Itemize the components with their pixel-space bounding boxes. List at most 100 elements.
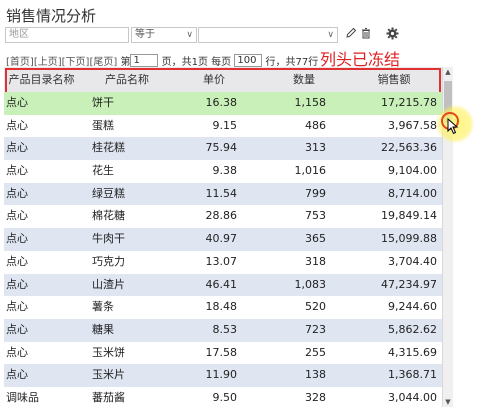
table-cell: 蛋糕 xyxy=(92,118,114,132)
table-cell: 牛肉干 xyxy=(92,232,125,246)
table-cell: 山渣片 xyxy=(92,277,125,291)
table-cell: 蕃茄酱 xyxy=(92,390,125,404)
table-cell: 18.48 xyxy=(205,300,238,314)
pencil-icon[interactable] xyxy=(344,27,358,41)
table-cell: 16.38 xyxy=(205,96,238,109)
table-row[interactable]: 点心 棉花糖 28.86 753 19,849.14 xyxy=(4,205,442,229)
table-cell: 4,315.69 xyxy=(388,345,437,359)
data-table: 产品目录名称 产品名称 单价 数量 销售额 点心 饼干 16.38 1,158 17,2… xyxy=(4,67,442,407)
table-cell: 8.53 xyxy=(212,322,238,336)
table-row[interactable]: 点心 牛肉干 40.97 365 15,099.88 xyxy=(4,228,442,251)
table-row[interactable]: 点心 玉米饼 17.58 255 4,315.69 xyxy=(4,341,442,365)
table-cell: 9.50 xyxy=(212,390,238,404)
chevron-down-icon: ∨ xyxy=(186,30,193,40)
table-row[interactable]: 点心 蛋糕 9.15 486 3,967.58 xyxy=(4,114,442,138)
pager-page-input[interactable]: 1 xyxy=(130,54,159,67)
table-cell: 9.38 xyxy=(212,164,238,178)
table-cell: 3,704.40 xyxy=(388,254,437,268)
table-cell: 15,099.88 xyxy=(381,232,437,246)
page-title: 销售情况分析 xyxy=(6,7,97,25)
table-cell: 绿豆糕 xyxy=(92,186,125,200)
pager-next-link[interactable]: [下页] xyxy=(62,53,90,68)
pager-total-text: 行，共77行 xyxy=(265,57,319,68)
table-cell: 753 xyxy=(305,209,326,223)
table-cell: 11.54 xyxy=(205,186,238,200)
table-cell: 9,244.60 xyxy=(388,300,437,314)
table-cell: 11.90 xyxy=(205,368,238,382)
table-cell: 9,104.00 xyxy=(388,164,437,178)
table-row[interactable]: 点心 山渣片 46.41 1,083 47,234.97 xyxy=(4,273,442,297)
table-cell: 点心 xyxy=(6,345,28,359)
pager-first-link[interactable]: [首页] xyxy=(6,53,34,68)
table-cell: 点心 xyxy=(6,96,28,109)
pagination-bar: [首页][上页][下页][尾页] 第1 页，共1页 每页 100 行，共77行 xyxy=(6,53,318,68)
table-cell: 玉米饼 xyxy=(92,345,125,359)
table-cell: 47,234.97 xyxy=(381,277,437,291)
table-cell: 调味品 xyxy=(6,390,39,404)
table-cell: 17.58 xyxy=(205,345,238,359)
column-header[interactable]: 数量 xyxy=(274,67,334,92)
table-row[interactable]: 调味品 蕃茄酱 9.50 328 3,044.00 xyxy=(4,386,442,407)
table-cell: 3,967.58 xyxy=(388,118,437,132)
table-cell: 点心 xyxy=(6,209,28,223)
table-cell: 3,044.00 xyxy=(388,390,437,404)
table-cell: 点心 xyxy=(6,277,28,291)
table-cell: 520 xyxy=(305,300,326,314)
table-cell: 17,215.78 xyxy=(381,96,437,109)
table-cell: 玉米片 xyxy=(92,368,125,382)
table-cell: 1,368.71 xyxy=(388,368,437,382)
pager-per-page-input[interactable]: 100 xyxy=(234,54,263,67)
table-cell: 点心 xyxy=(6,322,28,336)
sales-report-page: 销售情况分析 地区 等于 ∨ ∨ [首页][上页][下页][尾页] 第1 页，共… xyxy=(0,0,478,407)
table-cell: 巧克力 xyxy=(92,254,125,268)
pager-page-prefix: 第 xyxy=(120,57,131,68)
table-cell: 点心 xyxy=(6,368,28,382)
table-cell: 799 xyxy=(305,186,326,200)
column-header[interactable]: 销售额 xyxy=(359,67,429,92)
table-cell: 点心 xyxy=(6,300,28,314)
filter-operator-select[interactable]: 等于 ∨ xyxy=(131,27,197,43)
column-header[interactable]: 产品目录名称 xyxy=(4,67,79,92)
table-cell: 薯条 xyxy=(92,300,114,314)
table-cell: 486 xyxy=(305,118,326,132)
table-cell: 饼干 xyxy=(92,96,114,109)
table-cell: 棉花糖 xyxy=(92,209,125,223)
table-row[interactable]: 点心 糖果 8.53 723 5,862.62 xyxy=(4,318,442,342)
table-row[interactable]: 点心 饼干 16.38 1,158 17,215.78 xyxy=(4,92,442,115)
table-row[interactable]: 点心 薯条 18.48 520 9,244.60 xyxy=(4,296,442,319)
table-cell: 点心 xyxy=(6,118,28,132)
gear-icon[interactable] xyxy=(385,27,399,41)
column-header[interactable]: 单价 xyxy=(184,67,244,92)
scroll-down-icon[interactable]: ▼ xyxy=(443,397,453,407)
table-cell: 22,563.36 xyxy=(381,141,437,155)
column-header[interactable]: 产品名称 xyxy=(92,67,162,92)
table-row[interactable]: 点心 绿豆糕 11.54 799 8,714.00 xyxy=(4,182,442,206)
table-row[interactable]: 点心 花生 9.38 1,016 9,104.00 xyxy=(4,160,442,183)
table-cell: 花生 xyxy=(92,164,114,178)
table-cell: 点心 xyxy=(6,232,28,246)
trash-icon[interactable] xyxy=(359,27,373,41)
table-cell: 桂花糕 xyxy=(92,141,125,155)
filter-field-input[interactable]: 地区 xyxy=(5,27,129,43)
table-row[interactable]: 点心 玉米片 11.90 138 1,368.71 xyxy=(4,364,442,387)
table-cell: 318 xyxy=(305,254,326,268)
table-row[interactable]: 点心 巧克力 13.07 318 3,704.40 xyxy=(4,250,442,274)
table-cell: 1,158 xyxy=(294,96,327,109)
pager-page-suffix: 页，共1页 每页 xyxy=(161,57,232,68)
table-cell: 1,016 xyxy=(294,164,327,178)
pager-prev-link[interactable]: [上页] xyxy=(34,53,62,68)
table-cell: 138 xyxy=(305,368,326,382)
filter-value-select[interactable]: ∨ xyxy=(198,27,338,43)
table-row[interactable]: 点心 桂花糕 75.94 313 22,563.36 xyxy=(4,137,442,161)
table-cell: 365 xyxy=(305,232,326,246)
chevron-down-icon: ∨ xyxy=(327,30,334,40)
pager-last-link[interactable]: [尾页] xyxy=(89,53,117,68)
scroll-up-icon[interactable]: ▲ xyxy=(443,67,453,77)
table-cell: 13.07 xyxy=(205,254,238,268)
filter-operator-label: 等于 xyxy=(135,29,155,40)
table-cell: 313 xyxy=(305,141,326,155)
table-cell: 75.94 xyxy=(205,141,238,155)
table-cell: 255 xyxy=(305,345,326,359)
table-header: 产品目录名称 产品名称 单价 数量 销售额 xyxy=(4,67,442,94)
table-cell: 28.86 xyxy=(205,209,238,223)
